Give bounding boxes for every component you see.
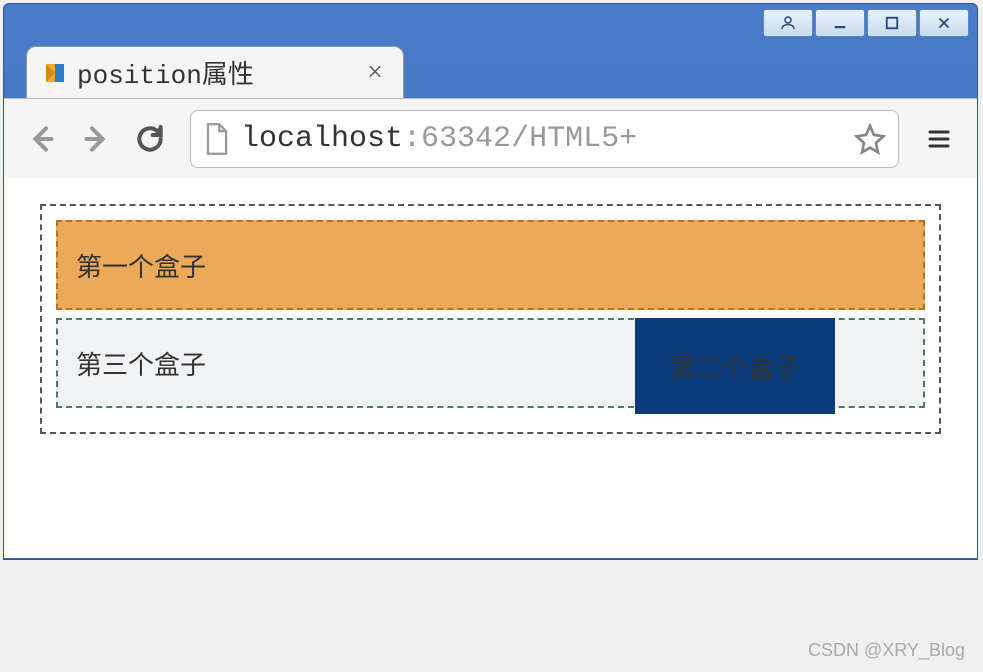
- demo-container: 第一个盒子 第三个盒子 第二个盒子: [40, 204, 941, 434]
- box-3-label: 第三个盒子: [76, 345, 206, 382]
- browser-tab[interactable]: position属性 ×: [26, 46, 404, 98]
- back-button[interactable]: [18, 115, 66, 163]
- maximize-button[interactable]: [867, 9, 917, 37]
- close-icon: [935, 14, 953, 32]
- close-window-button[interactable]: [919, 9, 969, 37]
- box-2-label: 第二个盒子: [670, 348, 800, 385]
- url-port: :63342: [403, 122, 511, 156]
- tab-strip: position属性 ×: [4, 42, 977, 98]
- address-bar[interactable]: localhost:63342/HTML5+: [190, 110, 899, 168]
- forward-button[interactable]: [72, 115, 120, 163]
- watermark: CSDN @XRY_Blog: [808, 640, 965, 661]
- maximize-icon: [883, 14, 901, 32]
- box-2: 第二个盒子: [635, 318, 835, 414]
- tab-close-button[interactable]: ×: [363, 57, 387, 89]
- back-arrow-icon: [26, 123, 58, 155]
- tab-favicon-icon: [43, 61, 67, 85]
- browser-toolbar: localhost:63342/HTML5+: [4, 98, 977, 178]
- url-path: /HTML5+: [511, 122, 637, 156]
- browser-window: position属性 × localhost:63342/HTML5+ 第一个盒…: [3, 3, 978, 560]
- menu-button[interactable]: [915, 115, 963, 163]
- reload-button[interactable]: [126, 115, 174, 163]
- url-host: localhost: [241, 122, 403, 156]
- minimize-icon: [831, 14, 849, 32]
- box-1: 第一个盒子: [56, 220, 925, 310]
- minimize-button[interactable]: [815, 9, 865, 37]
- page-viewport: 第一个盒子 第三个盒子 第二个盒子: [4, 178, 977, 558]
- page-icon: [203, 122, 231, 156]
- box-1-label: 第一个盒子: [76, 247, 206, 284]
- url-text: localhost:63342/HTML5+: [241, 122, 854, 156]
- bookmark-star-icon[interactable]: [854, 123, 886, 155]
- hamburger-icon: [925, 127, 953, 151]
- reload-icon: [134, 123, 166, 155]
- tab-title: position属性: [77, 54, 363, 91]
- forward-arrow-icon: [80, 123, 112, 155]
- user-icon: [779, 14, 797, 32]
- user-button[interactable]: [763, 9, 813, 37]
- window-titlebar: [4, 4, 977, 42]
